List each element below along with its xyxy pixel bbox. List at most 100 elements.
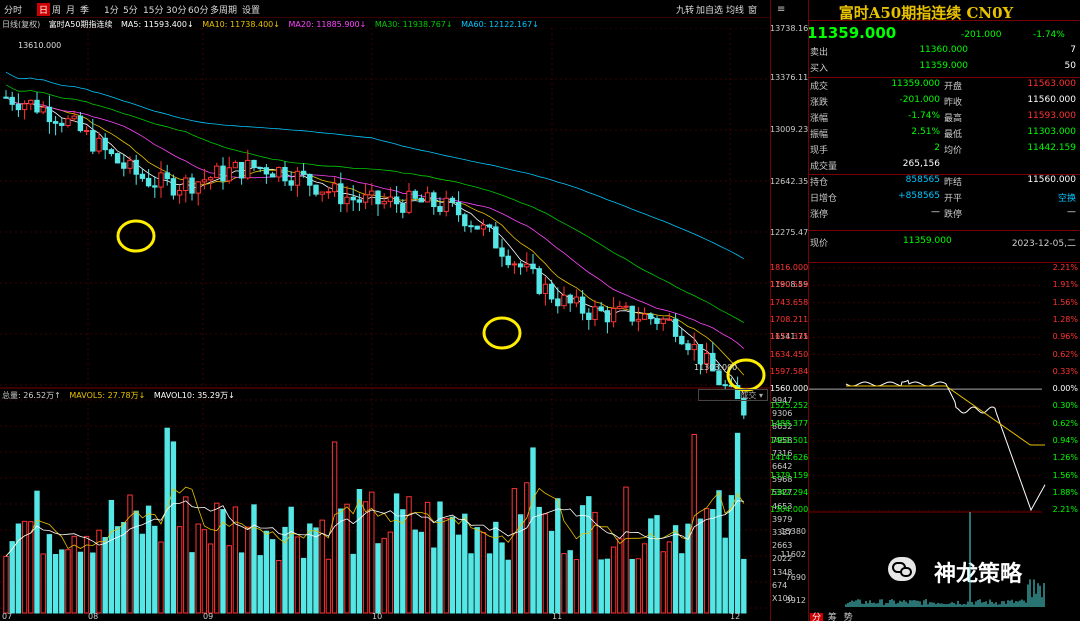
candle-body [381,200,387,205]
candle-body [499,247,505,257]
mini-tab-shi[interactable]: 势 [842,613,855,621]
candle-body [536,268,542,294]
kline-chart[interactable] [0,28,770,621]
highlight-circle [116,219,156,253]
add-watchlist-button[interactable]: 加自选 [696,3,723,16]
mini-right-axis-label: 2.21% [1052,263,1078,272]
tab-multi-period[interactable]: 多周期 [210,3,237,16]
intraday-mini-chart[interactable] [770,262,1080,621]
candle-body [59,122,65,126]
tab-30min[interactable]: 30分 [166,3,186,16]
volume-bar [176,526,183,614]
volume-bar [269,539,276,614]
candle-body [654,318,660,324]
candle-body [641,313,648,320]
candle-body [226,167,232,182]
candle-body [276,167,282,178]
tab-monthly[interactable]: 月 [66,3,75,16]
tab-intraday[interactable]: 分时 [4,3,22,16]
candle-body [121,162,127,169]
volume-bar [350,553,356,614]
candle-body [474,225,480,230]
volume-bar [635,558,642,614]
date-axis-label: 11 [552,612,563,621]
candle-body [369,190,375,196]
candle-body [462,214,468,227]
candle-body [158,172,164,188]
volume-bar [449,516,456,614]
candle-body [424,192,431,203]
candle-body [406,190,412,213]
volume-bar [127,494,133,614]
candle-body [83,130,90,133]
mini-vol-axis-label: 7690 [785,573,806,582]
settings-button[interactable]: 设置 [242,3,260,16]
volume-dropdown[interactable]: 成交 ▾ [698,389,768,401]
volume-bar [536,506,542,614]
mini-left-axis-label: 1634.450 [770,349,809,359]
volume-bar [170,441,177,614]
mini-tab-fen[interactable]: 分 [810,613,824,621]
tab-daily[interactable]: 日 [37,3,51,16]
volume-bar [685,523,691,614]
volume-bar [183,496,189,614]
candle-body [579,296,586,314]
candle-body [443,197,449,212]
volume-bar [431,547,437,614]
tab-1min[interactable]: 1分 [104,3,119,16]
ma60-line [5,71,745,260]
volume-bar [307,523,313,614]
tab-60min[interactable]: 60分 [188,3,208,16]
volume-bar [493,521,499,614]
candle-body [114,153,121,164]
mini-tabs: 分 筹 势 [810,610,855,621]
volume-bar [28,521,34,614]
candle-body [282,167,288,182]
volume-bar [201,529,208,614]
mini-left-axis-label: 1304.000 [770,505,809,515]
candle-body [214,165,220,179]
volume-bar [555,498,561,614]
volume-bar [412,529,418,614]
candle-body [362,194,369,203]
window-button[interactable]: 窗 [748,3,757,16]
candle-body [679,335,685,345]
quote-row: 成交量 265,156 [810,159,940,172]
candle-body [567,294,573,304]
volume-bar [741,558,747,614]
volume-bar [214,502,220,614]
candle-body [592,306,598,320]
mini-right-axis-label: 1.28% [1052,314,1078,324]
candle-body [542,283,549,294]
volume-bar [660,551,666,614]
candle-body [561,294,567,307]
candle-body [350,196,356,201]
tab-5min[interactable]: 5分 [123,3,138,16]
volume-bar [90,552,96,614]
volume-bar [610,546,617,614]
volume-bar [710,509,716,614]
date-axis-label: 10 [372,612,383,621]
volume-bar [189,552,195,614]
candle-body [195,181,201,194]
menu-icon[interactable]: ≡ [777,4,785,15]
nine-turn-button[interactable]: 九转 [676,3,694,16]
mini-right-axis-label: 0.96% [1052,332,1078,342]
volume-bar [288,506,294,614]
candle-body [610,308,617,323]
tab-weekly[interactable]: 周 [52,3,61,16]
candle-body [52,121,59,124]
candle-body [437,206,443,212]
candle-body [412,190,418,199]
candle-body [449,197,456,203]
candle-body [331,183,338,193]
candle-body [505,255,511,266]
tab-quarterly[interactable]: 季 [80,3,89,16]
mini-left-axis-label: 1451.501 [770,436,809,445]
date-axis-label: 09 [203,612,214,621]
candle-body [431,192,437,208]
candle-body [170,178,177,196]
ma-button[interactable]: 均线 [726,3,744,16]
tab-15min[interactable]: 15分 [143,3,163,16]
mini-tab-chou[interactable]: 筹 [826,613,839,621]
